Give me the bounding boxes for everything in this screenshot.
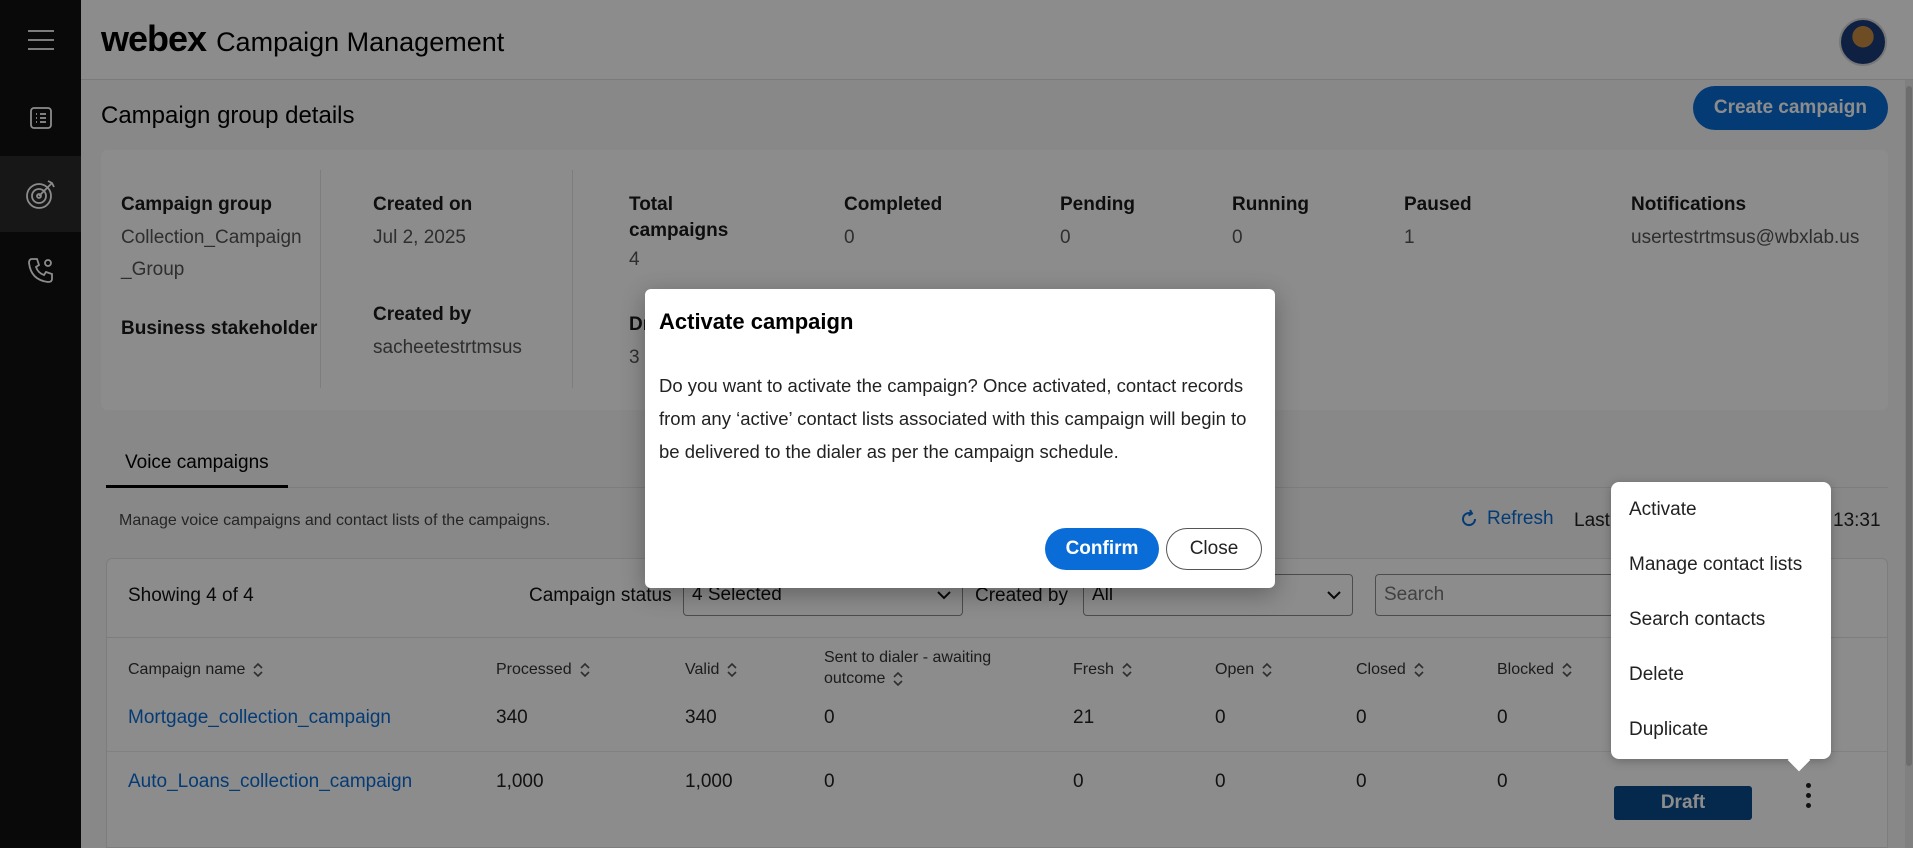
menu-item-delete[interactable]: Delete: [1629, 664, 1684, 686]
dialog-message: Do you want to activate the campaign? On…: [659, 375, 1247, 462]
menu-item-duplicate[interactable]: Duplicate: [1629, 719, 1708, 741]
row-actions-menu: Activate Manage contact lists Search con…: [1611, 482, 1831, 759]
close-button[interactable]: Close: [1166, 528, 1262, 570]
menu-item-activate[interactable]: Activate: [1629, 499, 1697, 521]
activate-campaign-dialog: Activate campaign Do you want to activat…: [645, 289, 1275, 588]
dialog-title: Activate campaign: [659, 309, 854, 334]
menu-item-search-contacts[interactable]: Search contacts: [1629, 609, 1765, 631]
confirm-button[interactable]: Confirm: [1045, 528, 1159, 570]
menu-item-manage-contact-lists[interactable]: Manage contact lists: [1629, 554, 1802, 576]
